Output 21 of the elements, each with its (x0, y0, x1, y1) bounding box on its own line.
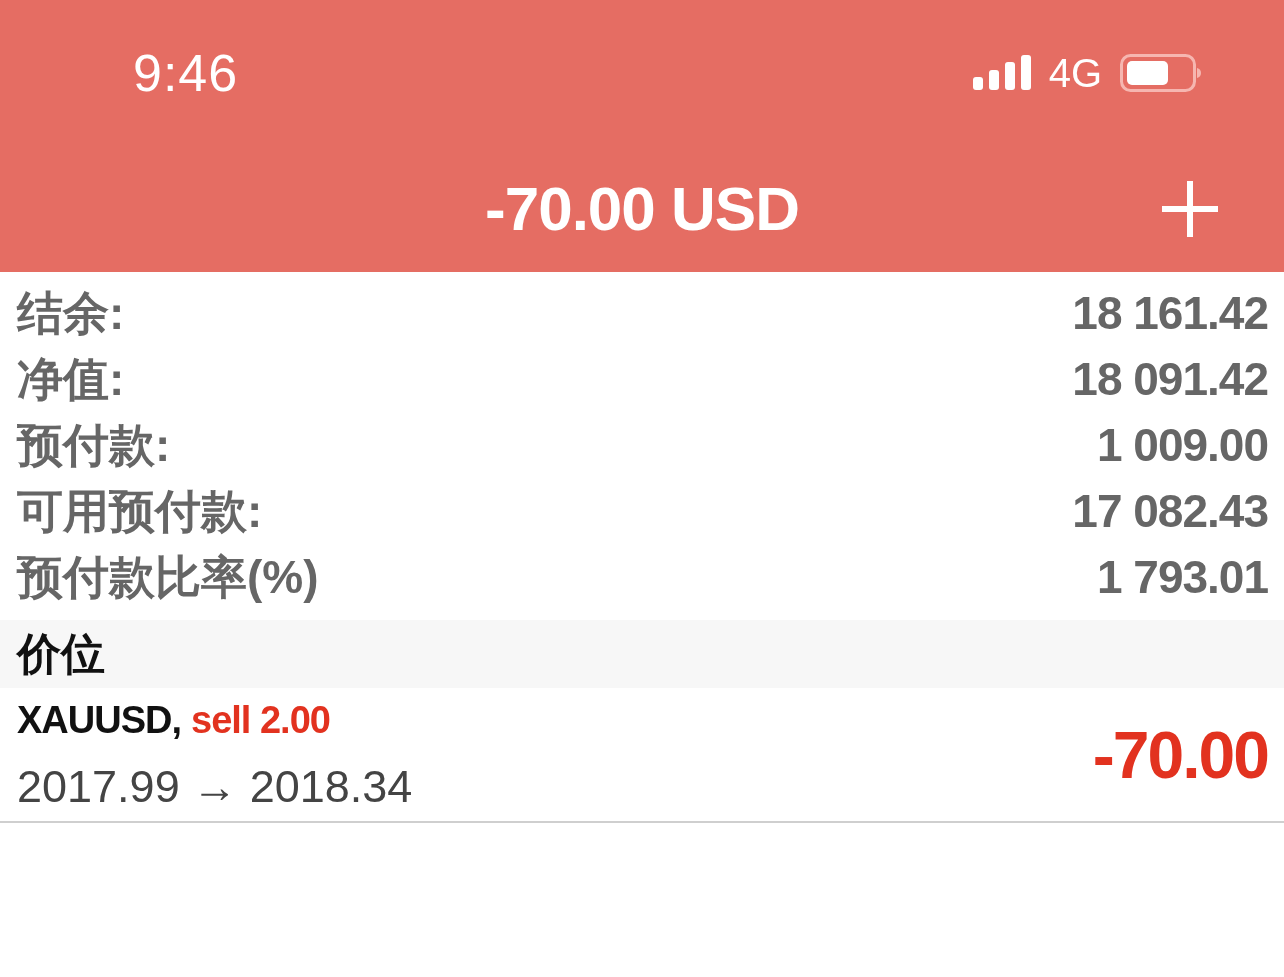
battery-icon (1120, 53, 1202, 92)
summary-value: 17 082.43 (1072, 488, 1268, 534)
summary-value: 18 091.42 (1072, 356, 1268, 402)
profit-value: -70.00 (1092, 721, 1268, 788)
order-type-label: sell 2.00 (191, 700, 330, 739)
symbol-label: XAUUSD, (17, 700, 182, 739)
summary-value: 18 161.42 (1072, 290, 1268, 336)
position-row[interactable]: XAUUSD, sell 2.00 2017.99 → 2018.34 -70.00 (0, 688, 1284, 823)
plus-icon[interactable] (1162, 180, 1218, 237)
summary-label: 预付款: (17, 422, 171, 468)
summary-value: 1 009.00 (1096, 422, 1268, 468)
price-range: 2017.99 → 2018.34 (17, 763, 413, 809)
summary-label: 净值: (17, 356, 125, 402)
network-label: 4G (1048, 52, 1102, 93)
status-time: 9:46 (133, 46, 239, 99)
signal-icon (972, 55, 1031, 90)
summary-label: 可用预付款: (17, 488, 263, 534)
section-header: 价位 (0, 620, 1284, 688)
summary-value: 1 793.01 (1096, 554, 1268, 600)
header-title: -70.00 USD (485, 177, 799, 240)
summary-label: 结余: (17, 290, 125, 336)
